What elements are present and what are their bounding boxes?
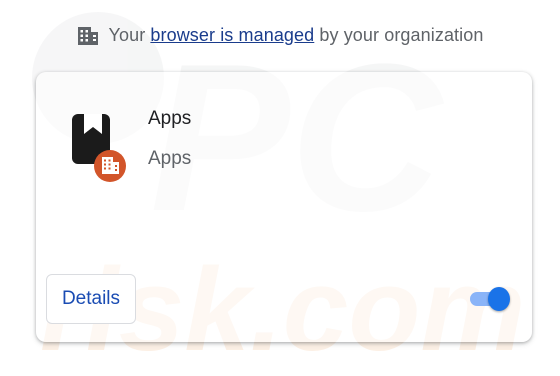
- managed-banner: Your browser is managed by your organiza…: [0, 24, 560, 46]
- banner-suffix: by your organization: [314, 24, 484, 45]
- apps-bookmark-icon: [72, 114, 126, 182]
- browser-managed-link[interactable]: browser is managed: [150, 25, 314, 46]
- extension-description: Apps: [148, 148, 192, 169]
- banner-prefix: Your: [108, 24, 151, 45]
- details-button[interactable]: Details: [46, 274, 136, 324]
- toggle-knob: [488, 287, 510, 311]
- managed-building-badge-icon: [94, 150, 126, 182]
- enable-toggle[interactable]: [468, 287, 510, 311]
- extension-card: Apps Apps Details: [36, 72, 532, 342]
- building-icon: [77, 27, 98, 45]
- extension-name: Apps: [148, 108, 192, 129]
